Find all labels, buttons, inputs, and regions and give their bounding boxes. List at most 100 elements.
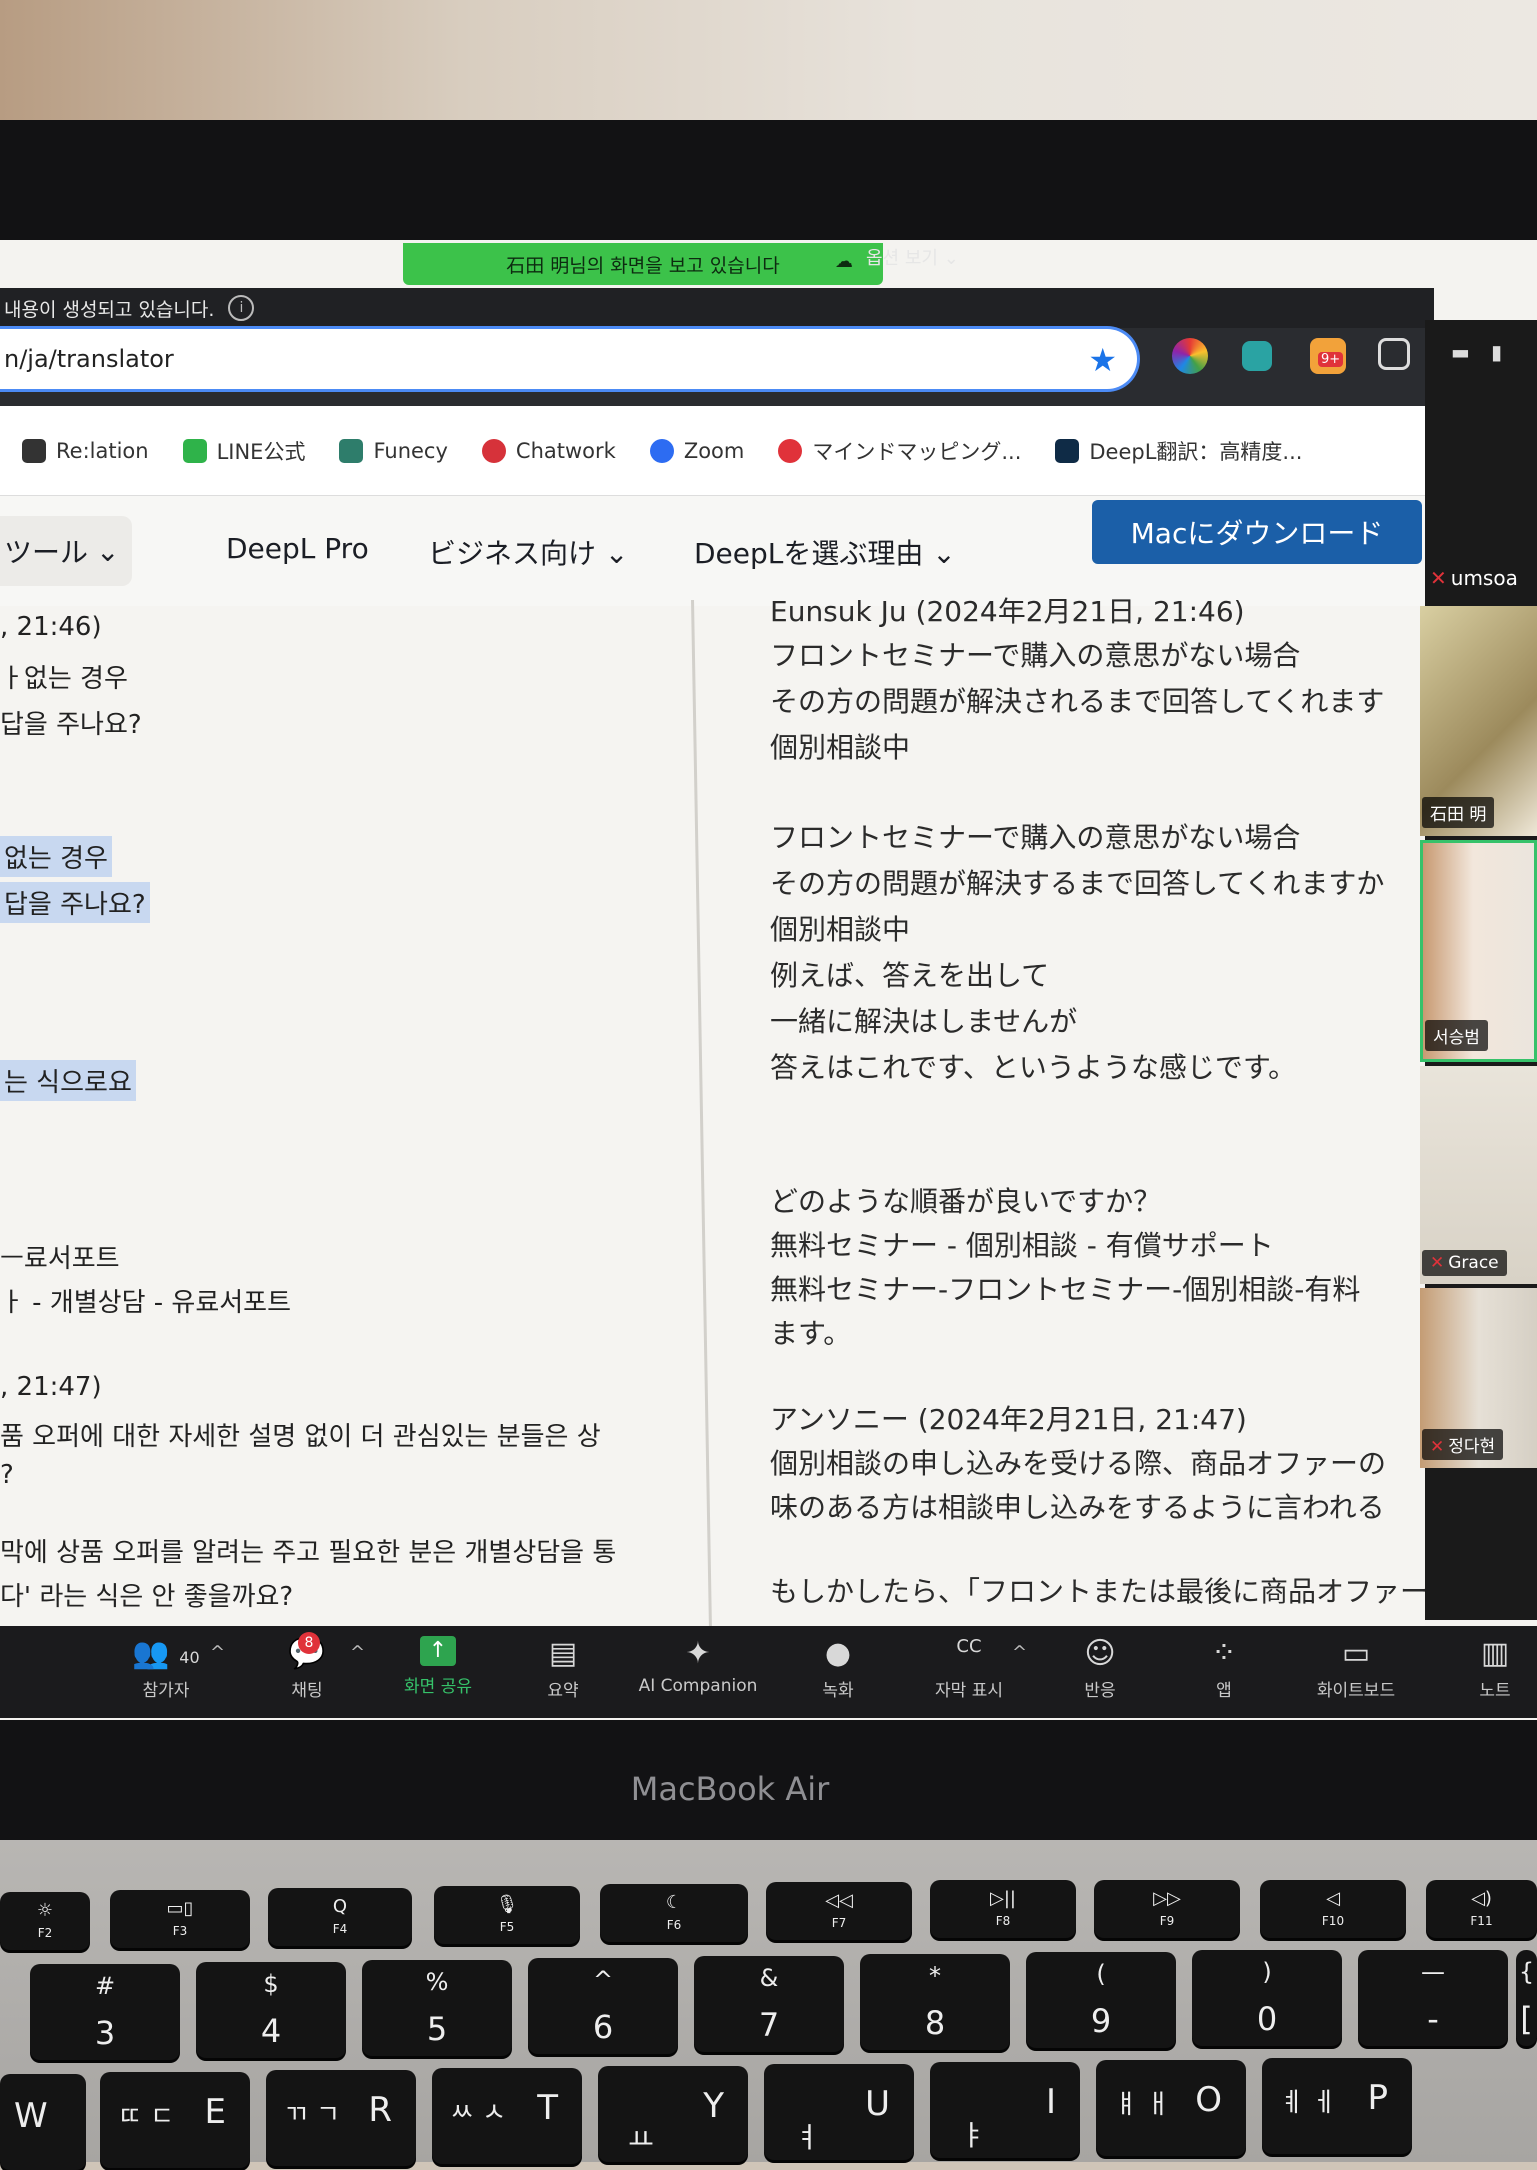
fkey-f4[interactable]: Q F4 (268, 1888, 412, 1946)
bookmark-star-icon[interactable]: ★ (1088, 341, 1117, 379)
bookmark-label: マインドマッピング... (812, 439, 1022, 464)
participant-tile[interactable]: 石田 明 (1420, 606, 1537, 836)
notes-button[interactable]: ▥ 노트 (1470, 1636, 1520, 1701)
chevron-down-icon: ⌄ (96, 534, 120, 568)
bookmark-relation[interactable]: Re:lation (22, 438, 149, 463)
ai-companion-label: AI Companion (638, 1676, 758, 1696)
participants-button[interactable]: 👥 40 참가자 (116, 1636, 216, 1701)
fkey-f10[interactable]: ◁ F10 (1260, 1880, 1406, 1938)
active-participant-label: ✕ umsoa (1430, 566, 1518, 590)
screen-share-banner: 石田 明님의 화면을 보고 있습니다 ☁ (403, 243, 883, 285)
fkey-f3[interactable]: ▭▯ F3 (110, 1890, 250, 1948)
fkey-f11[interactable]: ◁) F11 (1426, 1880, 1537, 1938)
whiteboard-button[interactable]: ▭ 화이트보드 (1306, 1636, 1406, 1701)
key-i[interactable]: ㅑ I (930, 2062, 1080, 2158)
mindmap-icon (778, 438, 803, 463)
key-8[interactable]: * 8 (860, 1954, 1010, 2050)
key-w[interactable]: W (0, 2074, 86, 2170)
ai-companion-button[interactable]: ✦ AI Companion (630, 1636, 766, 1696)
bookmark-label: Funecy (373, 438, 448, 463)
info-icon[interactable]: i (228, 295, 255, 321)
key-r[interactable]: ㄲ ㄱ R (266, 2070, 416, 2166)
source-line: ㅏ - 개별상담 - 유료서포트 (0, 1288, 292, 1318)
key-minus[interactable]: — - (1358, 1950, 1508, 2046)
chat-button[interactable]: 💬 8 채팅 (272, 1632, 342, 1701)
participant-tile[interactable]: ✕ Grace (1420, 1066, 1537, 1284)
fkey-f5[interactable]: 🎙 F5 (434, 1886, 580, 1944)
key-0[interactable]: ) 0 (1192, 1950, 1342, 2046)
why-deepl-menu[interactable]: DeepLを選ぶ理由 ⌄ (694, 532, 956, 572)
chat-caret-icon[interactable]: ^ (350, 1642, 365, 1663)
address-bar[interactable]: n/ja/translator ★ (0, 326, 1140, 392)
key-3[interactable]: #3 (30, 1964, 180, 2060)
reactions-button[interactable]: ☺ 반응 (1070, 1636, 1130, 1701)
fkey-f9[interactable]: ▷▷ F9 (1094, 1880, 1240, 1938)
download-mac-button[interactable]: Macにダウンロード (1092, 500, 1422, 564)
key-u[interactable]: ㅕ U (764, 2064, 914, 2160)
bookmark-line[interactable]: LINE公式 (182, 436, 305, 466)
key-e[interactable]: ㄸ ㄷ E (100, 2072, 250, 2168)
key-7[interactable]: & 7 (694, 1956, 844, 2052)
bookmark-chatwork[interactable]: Chatwork (481, 438, 616, 463)
bookmark-funecy[interactable]: Funecy (339, 438, 448, 463)
key-digit: 3 (94, 2014, 116, 2052)
participants-label: 참가자 (142, 1681, 190, 1701)
share-screen-button[interactable]: ↑ 화면 공유 (396, 1636, 480, 1697)
sidebar-extension-icon[interactable] (1242, 341, 1272, 371)
extension-badge-icon[interactable]: 9+ (1310, 338, 1346, 374)
target-line: アンソニー (2024年2月21日, 21:47) (770, 1403, 1247, 1436)
bookmark-zoom[interactable]: Zoom (649, 438, 744, 463)
deepl-pro-link[interactable]: DeepL Pro (226, 532, 369, 565)
bookmark-deepl[interactable]: DeepL翻訳：高精度... (1055, 436, 1302, 466)
target-line: 無料セミナー-フロントセミナー-個別相談-有料 (770, 1273, 1361, 1306)
key-o[interactable]: ㅒ ㅐ O (1096, 2060, 1246, 2156)
key-p[interactable]: ㅖ ㅔ P (1262, 2058, 1412, 2154)
fkey-f7[interactable]: ◁◁ F7 (766, 1882, 912, 1940)
key-6[interactable]: ^ 6 (528, 1958, 678, 2054)
fkey-f8[interactable]: ▷|| F8 (930, 1880, 1076, 1938)
view-options-button[interactable]: 옵션 보기 ⌄ (866, 244, 959, 270)
fkey-label: F10 (1321, 1914, 1345, 1928)
key-symbol: % (425, 1968, 449, 1996)
key-9[interactable]: (9 (1026, 1952, 1176, 2048)
fkey-f2[interactable]: ☼ F2 (0, 1892, 90, 1950)
captions-caret-icon[interactable]: ^ (1012, 1642, 1027, 1663)
url-text: n/ja/translator (4, 345, 174, 373)
summary-button[interactable]: ▤ 요약 (530, 1636, 596, 1701)
bookmark-mindmap[interactable]: マインドマッピング... (778, 436, 1021, 466)
participant-tile-speaking[interactable]: 서승범 (1420, 840, 1537, 1062)
target-line: どのような順番が良いですか？ (770, 1185, 1162, 1218)
tools-label: ツール (4, 536, 89, 569)
fkey-symbol: ☾ (665, 1892, 683, 1913)
key-t[interactable]: ㅆ ㅅ T (432, 2068, 582, 2164)
target-line: もしかしたら、「フロントまたは最後に商品オファーを知 (770, 1575, 1485, 1608)
record-button[interactable]: ● 녹화 (808, 1636, 868, 1701)
minimize-icon[interactable]: ▬ (1451, 340, 1470, 364)
key-y[interactable]: ㅛ Y (598, 2066, 748, 2162)
summary-label: 요약 (547, 1681, 579, 1701)
tools-menu[interactable]: ツール ⌄ (0, 516, 132, 586)
color-picker-extension-icon[interactable] (1172, 338, 1208, 374)
key-hangul: ㅖ ㅔ (1280, 2088, 1337, 2118)
key-5[interactable]: % 5 (362, 1960, 512, 2056)
target-line: 一緒に解決はしませんが (770, 1005, 1078, 1038)
apps-button[interactable]: ⁘ 앱 (1196, 1636, 1252, 1701)
bookmarks-bar: Re:lation LINE公式 Funecy Chatwork Zoom マイ… (0, 406, 1425, 496)
extensions-puzzle-icon[interactable] (1378, 338, 1410, 370)
source-line: 다' 라는 식은 안 좋을까요? (0, 1582, 294, 1612)
maximize-icon[interactable]: ▮ (1491, 340, 1502, 364)
key-4[interactable]: $4 (196, 1962, 346, 2058)
key-bracket[interactable]: {[ (1516, 1950, 1537, 2046)
active-participant-name: umsoa (1450, 566, 1518, 590)
captions-button[interactable]: CC 자막 표시 (926, 1636, 1012, 1701)
target-line: その方の問題が解決されるまで回答してくれます (770, 685, 1385, 718)
key-hangul: ㄲ ㄱ (284, 2100, 341, 2130)
zoom-icon (649, 438, 674, 463)
fkey-symbol: Q (332, 1896, 348, 1917)
business-menu[interactable]: ビジネス向け ⌄ (428, 532, 628, 572)
source-line: ㅡ료서포트 (0, 1244, 120, 1274)
fkey-f6[interactable]: ☾ F6 (600, 1884, 748, 1942)
participants-caret-icon[interactable]: ^ (210, 1642, 225, 1663)
participant-tile[interactable]: ✕ 정다현 (1420, 1288, 1537, 1468)
mic-muted-icon: ✕ (1430, 1437, 1445, 1457)
